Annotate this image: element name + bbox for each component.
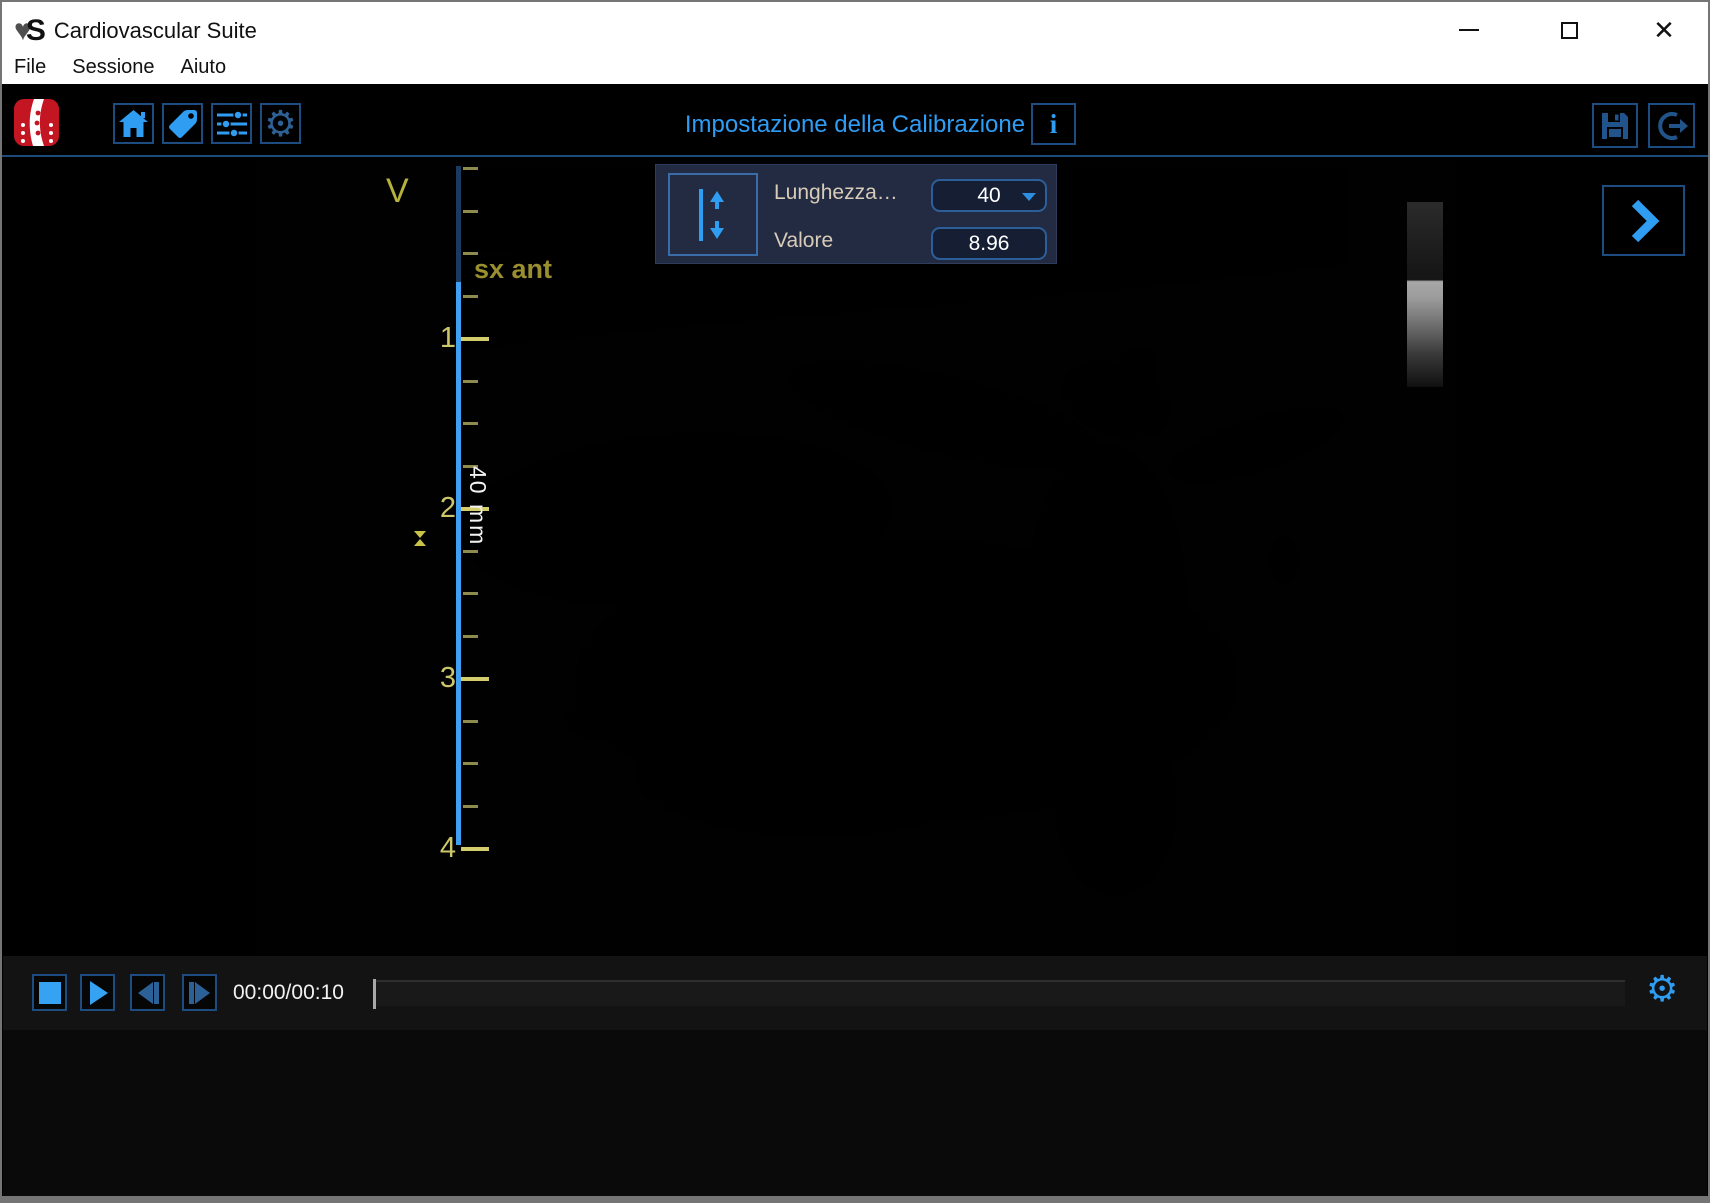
info-button[interactable]: i bbox=[1031, 103, 1076, 145]
calibration-panel: Lunghezza… 40 Valore 8.96 bbox=[655, 164, 1057, 264]
playback-settings-gear-icon[interactable]: ⚙ bbox=[1646, 968, 1678, 1010]
length-value: 40 bbox=[977, 184, 1000, 208]
grayscale-reference-bar bbox=[1407, 202, 1443, 387]
maximize-button[interactable] bbox=[1547, 12, 1591, 48]
step-forward-icon bbox=[188, 982, 212, 1004]
logo-s-letter: S bbox=[26, 14, 46, 48]
info-icon: i bbox=[1050, 109, 1058, 140]
stop-button[interactable] bbox=[32, 974, 67, 1011]
save-icon bbox=[1599, 110, 1631, 142]
minimize-button[interactable] bbox=[1447, 12, 1491, 48]
close-icon: ✕ bbox=[1653, 15, 1675, 46]
close-button[interactable]: ✕ bbox=[1642, 12, 1686, 48]
dropdown-arrow-icon bbox=[1022, 193, 1036, 201]
v-annotation: V bbox=[386, 172, 409, 211]
bottom-panel bbox=[3, 1030, 1707, 1196]
playhead[interactable] bbox=[373, 979, 376, 1009]
length-label: Lunghezza… bbox=[774, 181, 898, 205]
caliper-line-upper bbox=[456, 166, 461, 282]
stop-icon bbox=[39, 982, 61, 1004]
play-icon bbox=[88, 981, 108, 1005]
window-border-bottom bbox=[0, 1196, 1710, 1203]
vertical-caliper-icon bbox=[691, 185, 735, 245]
ruler-number-3: 3 bbox=[426, 662, 456, 695]
depth-label: 40 mm bbox=[464, 466, 491, 546]
play-button[interactable] bbox=[80, 974, 115, 1011]
ruler-number-2: 2 bbox=[426, 492, 456, 525]
next-button[interactable] bbox=[1602, 185, 1685, 256]
titlebar: ♥ S Cardiovascular Suite ✕ File Sessione… bbox=[2, 2, 1708, 84]
length-dropdown[interactable]: 40 bbox=[931, 179, 1047, 212]
ruler-number-4: 4 bbox=[426, 832, 456, 865]
maximize-icon bbox=[1561, 22, 1578, 39]
save-button[interactable] bbox=[1592, 103, 1638, 148]
application-window: ♥ S Cardiovascular Suite ✕ File Sessione… bbox=[0, 0, 1710, 1203]
time-display: 00:00/00:10 bbox=[233, 981, 344, 1005]
window-border-left bbox=[0, 0, 2, 1203]
progress-bar[interactable] bbox=[373, 980, 1625, 1006]
minimize-icon bbox=[1459, 29, 1479, 31]
menu-bar: File Sessione Aiuto bbox=[14, 56, 226, 79]
step-forward-button[interactable] bbox=[182, 974, 217, 1011]
caliper-line[interactable] bbox=[456, 282, 461, 845]
page-title: Impostazione della Calibrazione bbox=[0, 111, 1710, 139]
ruler-number-1: 1 bbox=[426, 322, 456, 355]
value-label: Valore bbox=[774, 229, 833, 253]
chevron-right-icon bbox=[1627, 198, 1661, 244]
app-logo: ♥ S Cardiovascular Suite bbox=[14, 14, 257, 48]
value-input[interactable]: 8.96 bbox=[931, 227, 1047, 260]
length-tool-button[interactable] bbox=[668, 173, 758, 256]
exit-icon bbox=[1655, 110, 1689, 142]
app-title: Cardiovascular Suite bbox=[54, 18, 257, 44]
exit-button[interactable] bbox=[1648, 103, 1695, 148]
caliper-marker-icon[interactable] bbox=[414, 531, 426, 546]
step-back-button[interactable] bbox=[130, 974, 165, 1011]
step-back-icon bbox=[136, 982, 160, 1004]
menu-aiuto[interactable]: Aiuto bbox=[181, 56, 227, 79]
menu-sessione[interactable]: Sessione bbox=[72, 56, 154, 79]
value-text: 8.96 bbox=[969, 232, 1010, 256]
toolbar-separator bbox=[2, 155, 1708, 157]
menu-file[interactable]: File bbox=[14, 56, 46, 79]
region-label: sx ant bbox=[474, 254, 552, 285]
